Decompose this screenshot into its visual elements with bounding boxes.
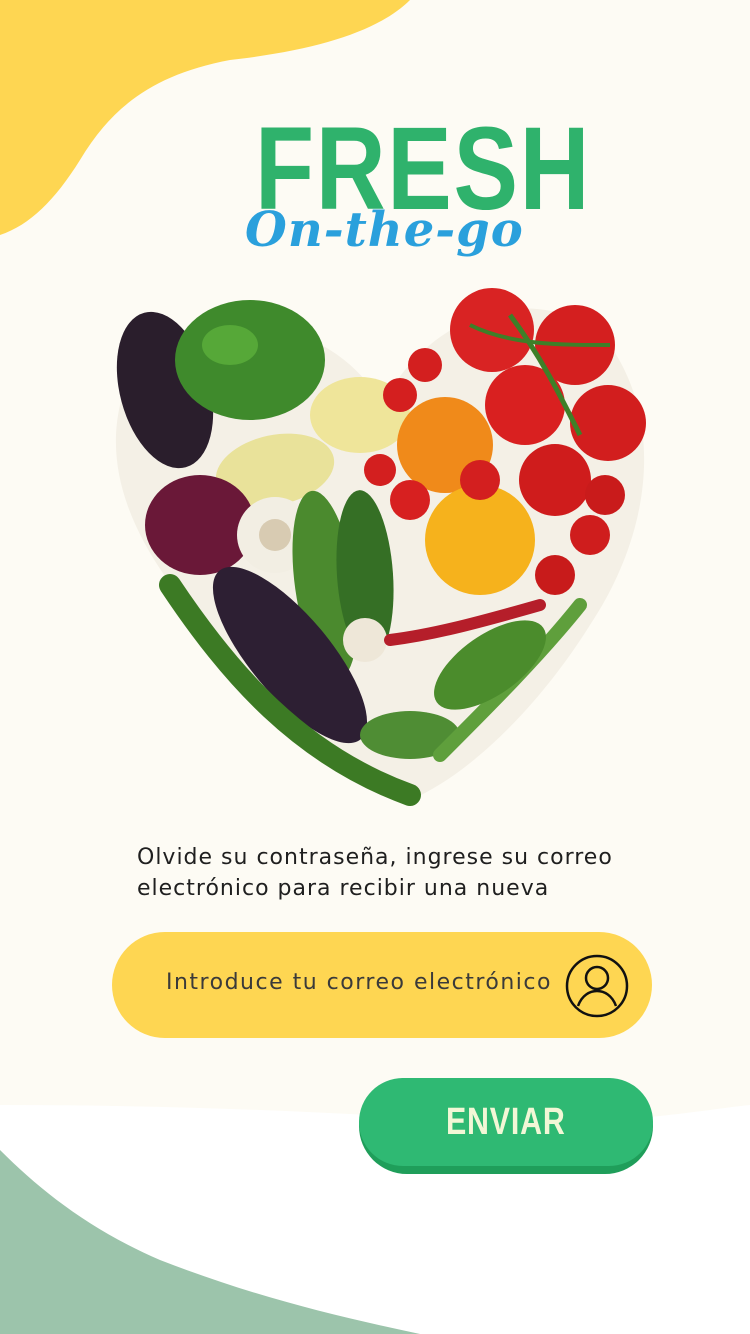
email-placeholder: Introduce tu correo electrónico	[166, 970, 552, 995]
send-button-label: ENVIAR	[446, 1100, 566, 1143]
instruction-text: Olvide su contraseña, ingrese su correo …	[137, 842, 657, 904]
instruction-line-1: Olvide su contraseña, ingrese su correo	[137, 845, 613, 870]
email-field[interactable]: Introduce tu correo electrónico	[112, 932, 652, 1038]
send-button-face[interactable]: ENVIAR	[359, 1078, 653, 1166]
user-icon	[565, 954, 629, 1018]
vegetable-heart-image	[115, 288, 646, 806]
send-button[interactable]: ENVIAR	[359, 1078, 653, 1174]
instruction-line-2: electrónico para recibir una nueva	[137, 876, 550, 901]
logo-subtitle: On-the-go	[245, 202, 524, 258]
app-logo: FRESH On-the-go	[200, 110, 589, 280]
